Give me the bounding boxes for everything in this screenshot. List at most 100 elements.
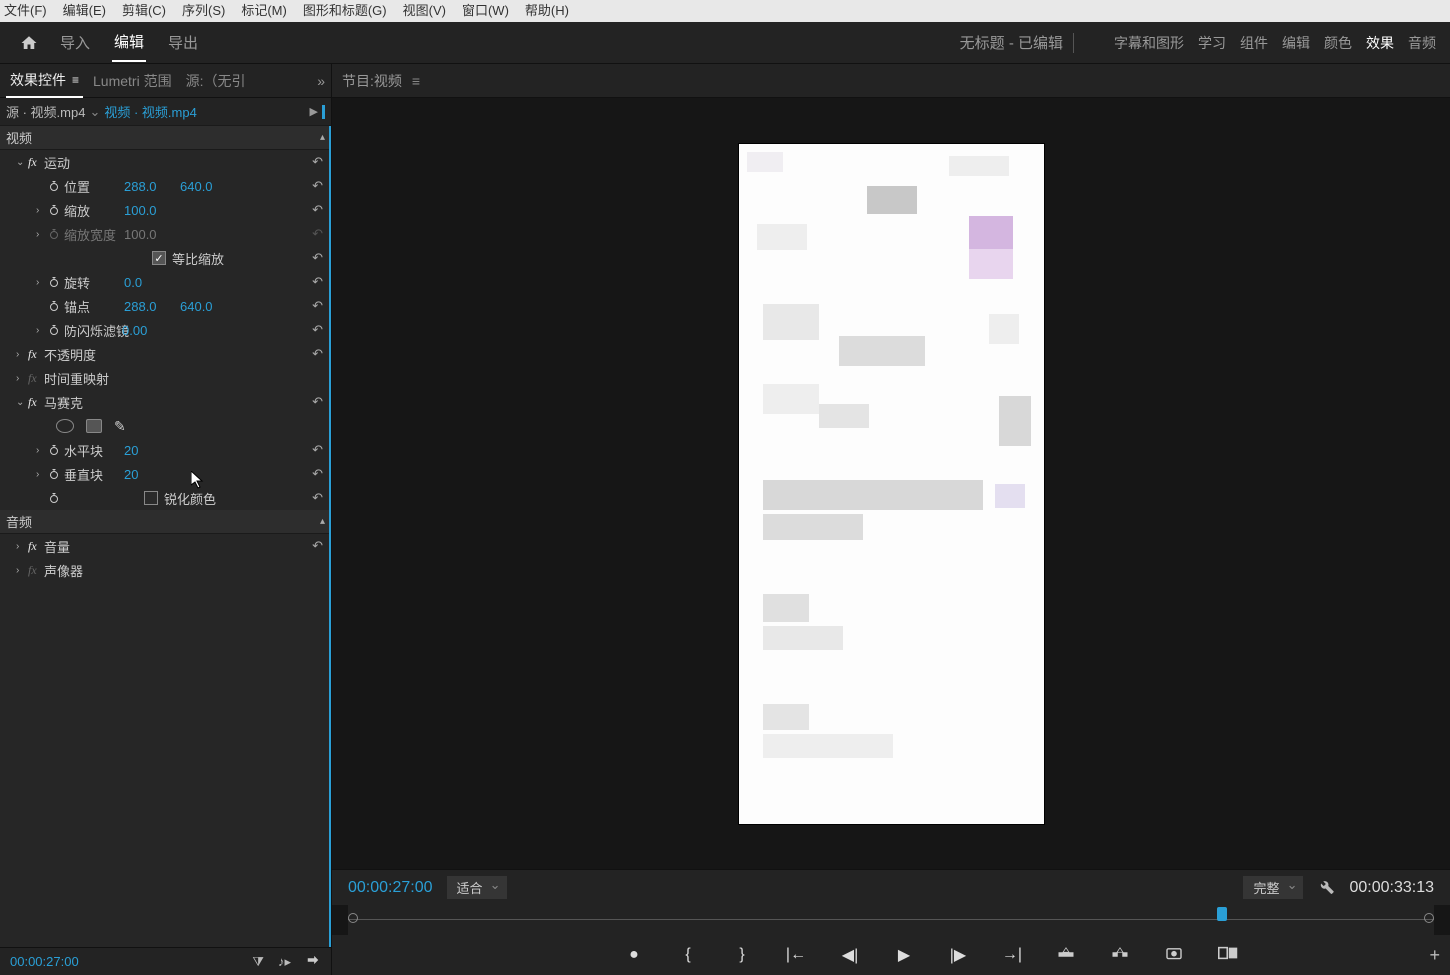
stopwatch-icon[interactable] [48, 180, 64, 192]
position-x[interactable]: 288.0 [124, 179, 180, 194]
stopwatch-icon[interactable] [48, 276, 64, 288]
stopwatch-icon[interactable] [48, 204, 64, 216]
tab-source[interactable]: 源:（无引 [182, 65, 250, 97]
mark-out-button[interactable]: } [730, 946, 754, 964]
effect-opacity[interactable]: ›fx 不透明度 ↶ [0, 342, 331, 366]
effect-motion[interactable]: ⌄fx 运动 ↶ [0, 150, 331, 174]
reset-icon[interactable]: ↶ [312, 538, 323, 554]
go-to-in-button[interactable]: |← [784, 946, 808, 964]
menu-clip[interactable]: 剪辑(C) [122, 0, 166, 19]
wrench-icon[interactable] [1317, 877, 1335, 898]
tab-effect-controls[interactable]: 效果控件≡ [6, 64, 83, 98]
anti-flicker-value[interactable]: 0.00 [122, 323, 178, 338]
reset-icon[interactable]: ↶ [312, 322, 323, 338]
reset-icon[interactable]: ↶ [312, 442, 323, 458]
menu-help[interactable]: 帮助(H) [525, 0, 569, 19]
reset-icon[interactable]: ↶ [312, 298, 323, 314]
panel-menu-icon[interactable]: ≡ [412, 73, 420, 89]
step-back-button[interactable]: ◀| [838, 945, 862, 965]
checkbox-uniform-scale[interactable]: ✓ [152, 251, 166, 265]
timecode-display[interactable]: 00:00:27:00 [10, 954, 79, 969]
menu-file[interactable]: 文件(F) [4, 0, 47, 19]
mark-in-button[interactable]: { [676, 946, 700, 964]
v-blocks-value[interactable]: 20 [124, 467, 180, 482]
mode-export[interactable]: 导出 [166, 24, 200, 61]
clip-source[interactable]: 源 · 视频.mp4 [6, 102, 85, 121]
stopwatch-icon[interactable] [48, 492, 64, 504]
lift-button[interactable] [1054, 946, 1078, 965]
play-button[interactable]: ▶ [892, 945, 916, 965]
checkbox-sharpen[interactable] [144, 491, 158, 505]
export-frame-button[interactable] [1162, 946, 1186, 965]
anchor-x[interactable]: 288.0 [124, 299, 180, 314]
add-button[interactable]: + [1429, 945, 1440, 966]
chevron-down-icon[interactable]: ⌄ [89, 104, 100, 120]
anchor-y[interactable]: 640.0 [180, 299, 236, 314]
reset-icon[interactable]: ↶ [312, 394, 323, 410]
tab-program[interactable]: 节目:视频≡ [342, 71, 420, 91]
tab-overflow[interactable]: » [317, 73, 325, 89]
workspace-effects[interactable]: 效果 [1366, 33, 1394, 53]
workspace-color[interactable]: 颜色 [1324, 33, 1352, 53]
mode-edit[interactable]: 编辑 [112, 23, 146, 62]
playhead[interactable] [1217, 907, 1227, 921]
share-icon[interactable] [305, 953, 321, 970]
menu-window[interactable]: 窗口(W) [462, 0, 509, 19]
step-forward-button[interactable]: |▶ [946, 945, 970, 965]
pen-mask-icon[interactable]: ✎ [114, 418, 126, 435]
menu-graphics[interactable]: 图形和标题(G) [303, 0, 387, 19]
stopwatch-icon[interactable] [48, 468, 64, 480]
reset-icon[interactable]: ↶ [312, 154, 323, 170]
extract-button[interactable] [1108, 946, 1132, 965]
reset-icon[interactable]: ↶ [312, 490, 323, 506]
home-button[interactable] [14, 28, 44, 58]
rect-mask-icon[interactable] [86, 419, 102, 433]
mode-import[interactable]: 导入 [58, 24, 92, 61]
quality-select[interactable]: 完整 [1243, 876, 1303, 899]
workspace-audio[interactable]: 音频 [1408, 33, 1436, 53]
panel-menu-icon[interactable]: ≡ [72, 73, 79, 87]
go-to-out-button[interactable]: →| [1000, 946, 1024, 964]
collapse-icon[interactable]: ▴ [320, 516, 325, 527]
reset-icon[interactable]: ↶ [312, 250, 323, 266]
effect-time-remap[interactable]: ›fx 时间重映射 [0, 366, 331, 390]
ellipse-mask-icon[interactable] [56, 419, 74, 433]
effect-volume[interactable]: ›fx 音量 ↶ [0, 534, 331, 558]
add-marker-button[interactable]: ● [622, 946, 646, 964]
workspace-learn[interactable]: 学习 [1198, 33, 1226, 53]
funnel-icon[interactable]: ⧩ [252, 954, 264, 970]
workspace-edit[interactable]: 编辑 [1282, 33, 1310, 53]
timeline-ruler[interactable] [348, 905, 1434, 935]
effect-panner[interactable]: ›fx 声像器 [0, 558, 331, 582]
comparison-button[interactable] [1216, 946, 1240, 965]
position-y[interactable]: 640.0 [180, 179, 236, 194]
menu-marker[interactable]: 标记(M) [241, 0, 287, 19]
reset-icon[interactable]: ↶ [312, 178, 323, 194]
stopwatch-icon [48, 228, 64, 240]
workspace-captions[interactable]: 字幕和图形 [1114, 33, 1184, 53]
zoom-select[interactable]: 适合 [447, 876, 507, 899]
stopwatch-icon[interactable] [48, 324, 64, 336]
tab-lumetri[interactable]: Lumetri 范围 [89, 65, 176, 97]
reset-icon[interactable]: ↶ [312, 346, 323, 362]
reset-icon[interactable]: ↶ [312, 274, 323, 290]
stopwatch-icon[interactable] [48, 300, 64, 312]
preview-area[interactable] [332, 98, 1450, 869]
rotation-value[interactable]: 0.0 [124, 275, 180, 290]
collapse-icon[interactable]: ▴ [320, 132, 325, 143]
effect-mosaic[interactable]: ⌄fx 马赛克 ↶ [0, 390, 331, 414]
menu-sequence[interactable]: 序列(S) [182, 0, 225, 19]
stopwatch-icon[interactable] [48, 444, 64, 456]
h-blocks-value[interactable]: 20 [124, 443, 180, 458]
menu-view[interactable]: 视图(V) [403, 0, 446, 19]
menu-bar[interactable]: 文件(F) 编辑(E) 剪辑(C) 序列(S) 标记(M) 图形和标题(G) 视… [0, 0, 1450, 22]
clip-target[interactable]: 视频 · 视频.mp4 [104, 102, 196, 121]
reset-icon[interactable]: ↶ [312, 202, 323, 218]
scale-value[interactable]: 100.0 [124, 203, 180, 218]
workspace-assembly[interactable]: 组件 [1240, 33, 1268, 53]
menu-edit[interactable]: 编辑(E) [63, 0, 106, 19]
sort-icon[interactable]: ♪▸ [278, 954, 291, 970]
timecode-in[interactable]: 00:00:27:00 [348, 879, 433, 897]
play-icon[interactable]: ▶ [310, 105, 318, 118]
reset-icon[interactable]: ↶ [312, 466, 323, 482]
